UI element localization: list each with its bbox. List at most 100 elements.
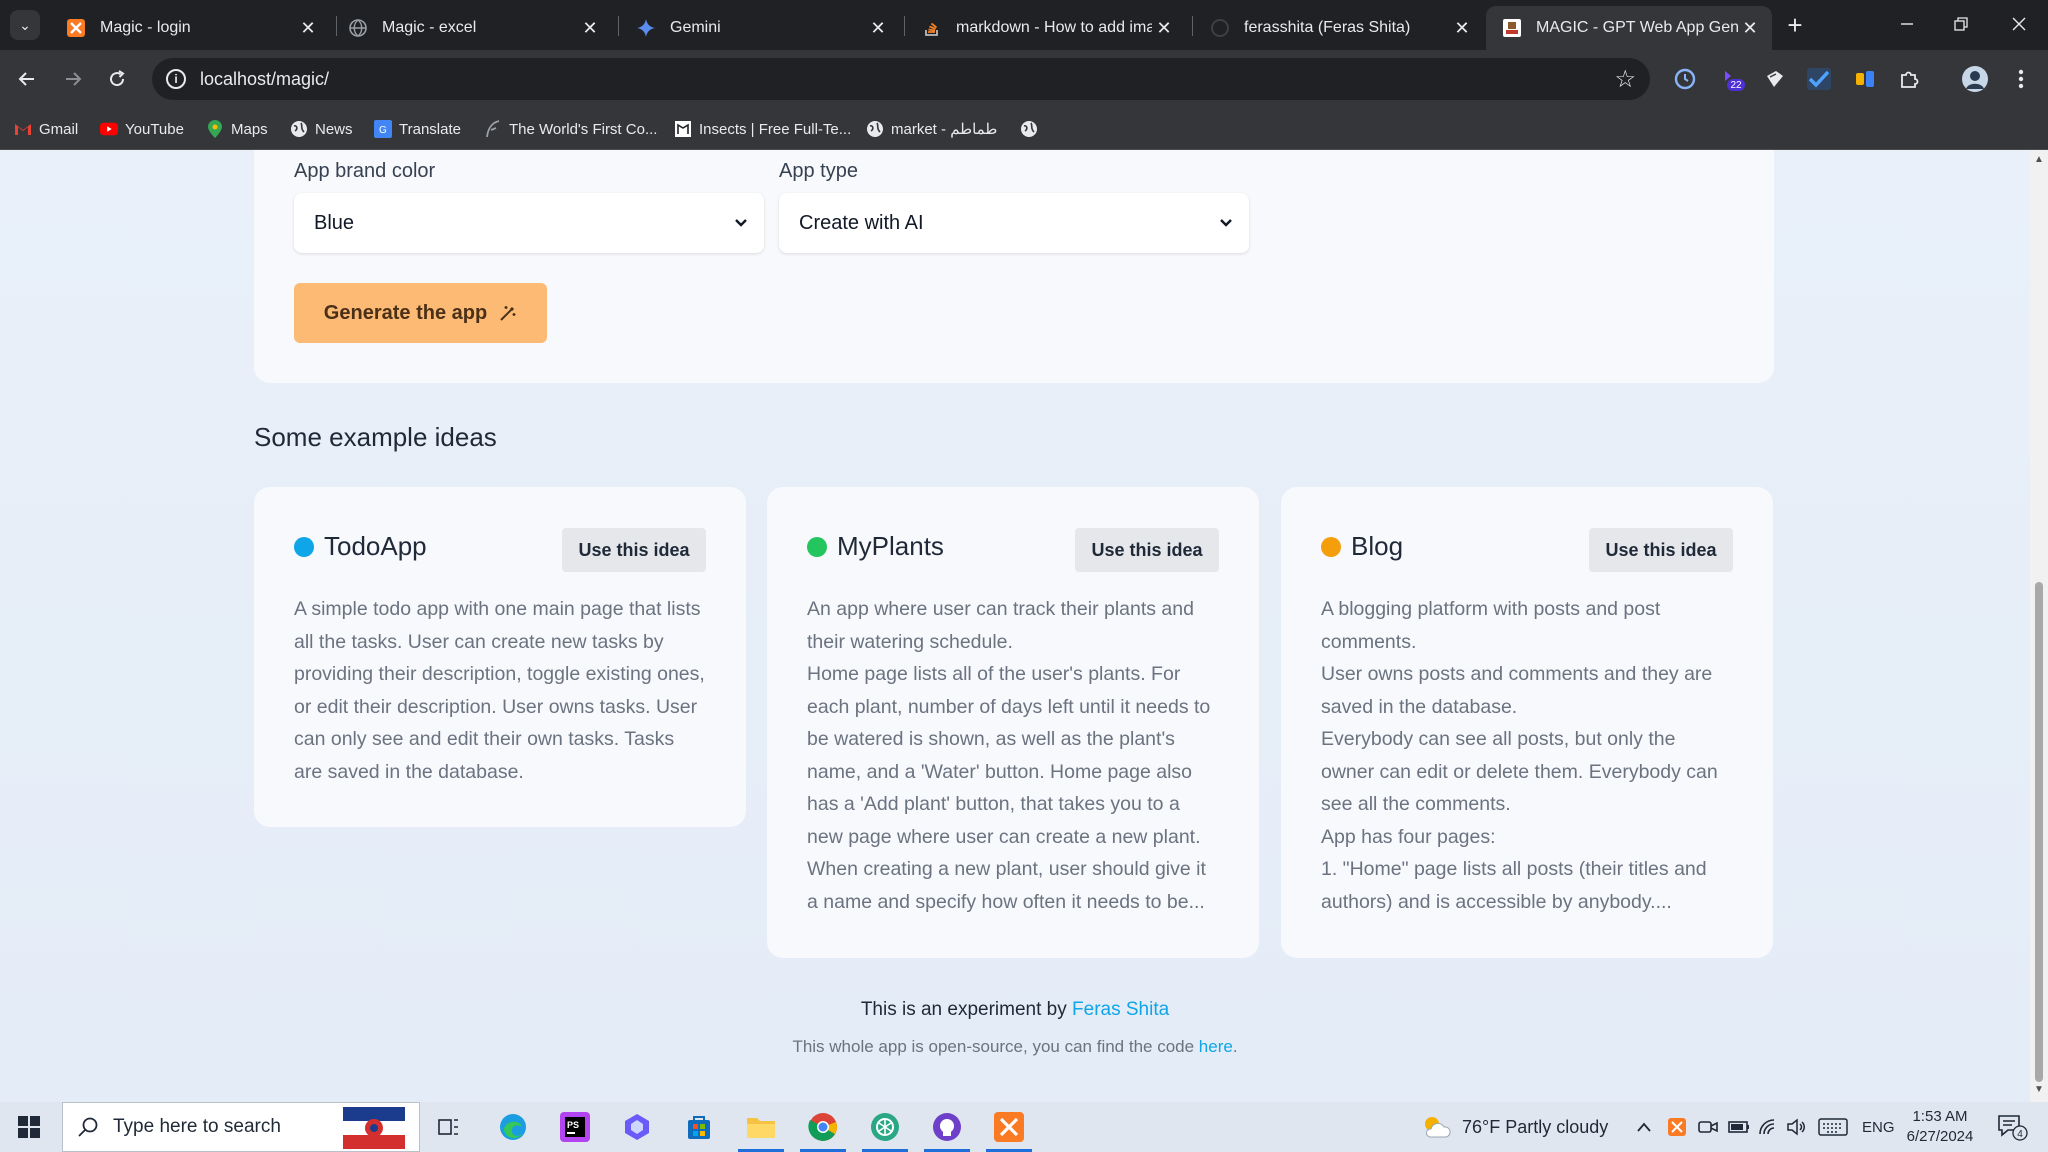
tab-stackoverflow[interactable]: markdown - How to add imag ✕: [906, 6, 1186, 50]
new-tab-button[interactable]: +: [1780, 10, 1810, 40]
minimize-button[interactable]: [1882, 6, 1932, 42]
close-icon[interactable]: ✕: [866, 18, 890, 39]
idea-title: MyPlants: [837, 531, 944, 561]
keys-extension-icon[interactable]: [1850, 64, 1880, 94]
browser-tab-strip: ⌄ Magic - login ✕ Magic - excel ✕ Gemini…: [0, 0, 2048, 50]
search-icon: [78, 1117, 98, 1137]
close-icon[interactable]: ✕: [1152, 18, 1176, 39]
tab-search-button[interactable]: ⌄: [10, 10, 40, 40]
bookmark-news[interactable]: News: [290, 117, 353, 141]
volume-icon[interactable]: [1786, 1102, 1806, 1152]
taskbar-clock[interactable]: 1:53 AM 6/27/2024: [1896, 1107, 1984, 1147]
notifications-button[interactable]: 4: [1996, 1102, 2028, 1152]
badge-extension-icon[interactable]: 22: [1718, 64, 1748, 94]
close-icon[interactable]: ✕: [1738, 18, 1762, 39]
globe-icon: [1020, 120, 1038, 138]
restore-button[interactable]: [1936, 6, 1986, 42]
book-icon: [674, 120, 692, 138]
bookmark-market[interactable]: market - طماطم: [866, 117, 997, 141]
app-generator-form: App brand color Blue App type Create wit…: [254, 150, 1774, 383]
phpstorm-icon[interactable]: PS: [558, 1110, 592, 1144]
clock-extension-icon[interactable]: [1670, 64, 1700, 94]
xampp-icon[interactable]: [992, 1110, 1026, 1144]
idea-header: Blog: [1321, 531, 1403, 562]
touch-keyboard-icon[interactable]: [1818, 1102, 1848, 1152]
check-extension-icon[interactable]: [1804, 64, 1834, 94]
globe-icon: [866, 120, 884, 138]
page-scrollbar[interactable]: ▲ ▼: [2030, 150, 2048, 1102]
idea-card-myplants: MyPlants Use this idea An app where user…: [767, 487, 1259, 958]
task-view-icon[interactable]: [432, 1110, 466, 1144]
store-icon[interactable]: [682, 1110, 716, 1144]
translate-icon: G: [374, 120, 392, 138]
url-text[interactable]: localhost/magic/: [200, 69, 1614, 90]
app-type-select[interactable]: Create with AI: [779, 193, 1249, 253]
arrow-left-icon: [18, 72, 34, 86]
copilot-icon[interactable]: [620, 1110, 654, 1144]
xampp-tray-icon[interactable]: [1668, 1102, 1686, 1152]
tab-magic-active[interactable]: MAGIC - GPT Web App Gener ✕: [1486, 6, 1772, 50]
bookmark-star-icon[interactable]: ☆: [1614, 65, 1636, 94]
site-info-icon[interactable]: i: [166, 69, 186, 89]
app-type-value: Create with AI: [799, 211, 924, 234]
use-idea-button[interactable]: Use this idea: [562, 528, 706, 572]
reload-button[interactable]: [100, 62, 134, 96]
bookmark-globe[interactable]: [1020, 117, 1045, 141]
battery-icon[interactable]: [1728, 1102, 1750, 1152]
meet-now-icon[interactable]: [1698, 1102, 1718, 1152]
bookmark-translate[interactable]: G Translate: [374, 117, 461, 141]
wifi-icon[interactable]: [1758, 1102, 1778, 1152]
source-code-link[interactable]: here: [1199, 1037, 1233, 1056]
scroll-up-icon[interactable]: ▲: [2034, 154, 2044, 165]
idea-card-blog: Blog Use this idea A blogging platform w…: [1281, 487, 1773, 958]
file-explorer-icon[interactable]: [744, 1110, 778, 1144]
profile-avatar-icon[interactable]: [1960, 64, 1990, 94]
chrome-icon[interactable]: [806, 1110, 840, 1144]
show-hidden-icons-button[interactable]: [1636, 1102, 1652, 1152]
close-icon[interactable]: ✕: [296, 18, 320, 39]
flag-icon: [343, 1107, 405, 1149]
use-idea-button[interactable]: Use this idea: [1589, 528, 1733, 572]
author-link[interactable]: Feras Shita: [1072, 999, 1169, 1020]
bookmark-insects[interactable]: Insects | Free Full-Te...: [674, 117, 851, 141]
close-window-button[interactable]: [1994, 6, 2044, 42]
scrollbar-thumb[interactable]: [2035, 582, 2043, 1082]
bookmark-worlds-first[interactable]: The World's First Co...: [484, 117, 657, 141]
edge-browser-icon[interactable]: [496, 1110, 530, 1144]
magic-wand-icon: [500, 306, 516, 321]
tag-extension-icon[interactable]: [1760, 64, 1790, 94]
tab-title: MAGIC - GPT Web App Gener: [1536, 19, 1738, 36]
puzzle-extensions-icon[interactable]: [1894, 64, 1924, 94]
use-idea-button[interactable]: Use this idea: [1075, 528, 1219, 572]
search-placeholder: Type here to search: [113, 1116, 281, 1137]
tab-gemini[interactable]: Gemini ✕: [620, 6, 900, 50]
idea-header: TodoApp: [294, 531, 427, 562]
generate-app-button[interactable]: Generate the app: [294, 283, 547, 343]
clock-date: 6/27/2024: [1906, 1128, 1974, 1145]
brand-color-select[interactable]: Blue: [294, 193, 764, 253]
bookmark-gmail[interactable]: Gmail: [14, 117, 78, 141]
chatgpt-icon[interactable]: [868, 1110, 902, 1144]
arrow-right-icon: [66, 72, 82, 86]
idea-title: Blog: [1351, 531, 1404, 561]
taskbar-search[interactable]: Type here to search: [62, 1102, 420, 1152]
bookmark-youtube[interactable]: YouTube: [100, 117, 184, 141]
back-button[interactable]: [10, 62, 44, 96]
scroll-down-icon[interactable]: ▼: [2034, 1084, 2044, 1095]
close-icon[interactable]: ✕: [1450, 18, 1474, 39]
feather-icon: [484, 120, 502, 138]
windows-start-icon[interactable]: [18, 1116, 40, 1138]
svg-text:PS: PS: [567, 1120, 579, 1130]
forward-button[interactable]: [56, 62, 90, 96]
weather-widget[interactable]: 76°F Partly cloudy: [1420, 1102, 1608, 1152]
bookmark-maps[interactable]: Maps: [206, 117, 268, 141]
github-desktop-icon[interactable]: [930, 1110, 964, 1144]
close-icon[interactable]: ✕: [578, 18, 602, 39]
idea-card-todoapp: TodoApp Use this idea A simple todo app …: [254, 487, 746, 827]
input-language[interactable]: ENG: [1862, 1102, 1895, 1152]
tab-github[interactable]: ferasshita (Feras Shita) ✕: [1194, 6, 1484, 50]
more-menu-icon[interactable]: [2006, 64, 2036, 94]
tab-magic-excel[interactable]: Magic - excel ✕: [332, 6, 612, 50]
tab-magic-login[interactable]: Magic - login ✕: [50, 6, 330, 50]
address-bar[interactable]: i localhost/magic/ ☆: [152, 58, 1650, 100]
